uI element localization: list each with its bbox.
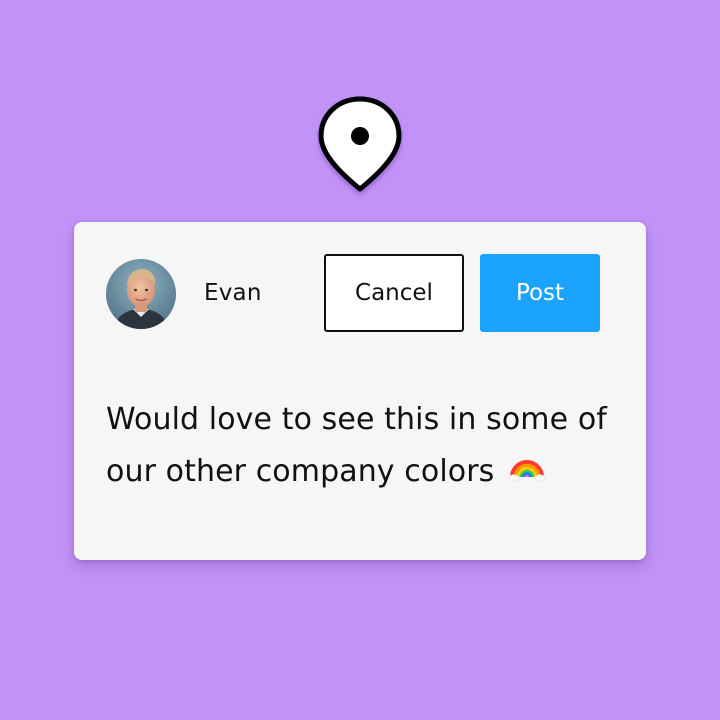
rainbow-icon (508, 447, 546, 485)
comment-body[interactable]: Would love to see this in some of our ot… (106, 394, 626, 498)
location-pin-icon[interactable] (316, 95, 404, 199)
cancel-button[interactable]: Cancel (324, 254, 464, 332)
author-name: Evan (204, 280, 262, 306)
avatar[interactable] (106, 259, 176, 329)
post-button[interactable]: Post (480, 254, 600, 332)
comment-card: Evan Cancel Post Would love to see this … (74, 222, 646, 560)
